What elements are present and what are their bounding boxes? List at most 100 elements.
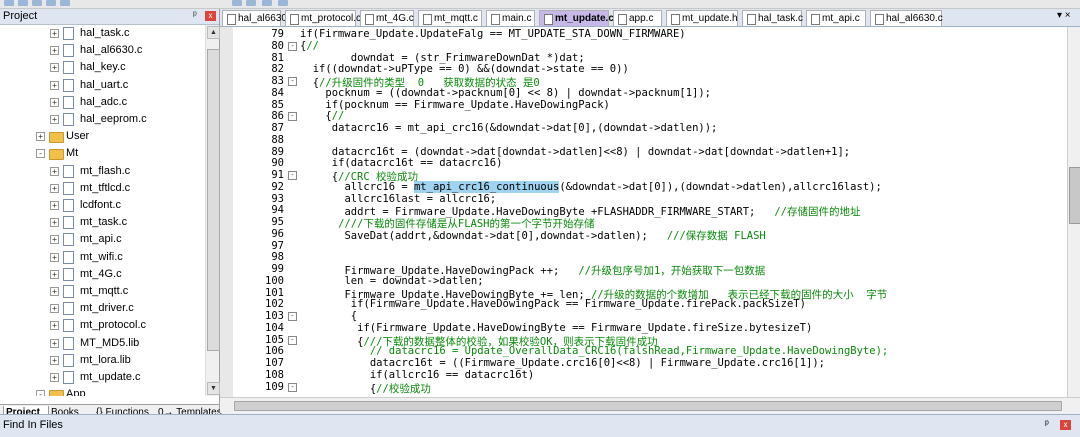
expand-icon[interactable]: + (50, 287, 59, 296)
fold-toggle-icon[interactable]: - (288, 171, 297, 180)
tree-item[interactable]: + hal_key.c (0, 59, 205, 76)
expand-icon[interactable]: + (50, 355, 59, 365)
expand-icon[interactable]: + (50, 63, 59, 73)
tree-item[interactable]: + mt_protocol.c (0, 317, 205, 334)
tree-item[interactable]: + mt_task.c (0, 214, 205, 231)
editor-tab[interactable]: hal_al6630.c (870, 10, 943, 26)
tree-item[interactable]: + mt_mqtt.c (0, 283, 205, 300)
toolbar-icon[interactable] (46, 0, 56, 6)
fold-toggle-icon[interactable]: - (288, 112, 297, 122)
tree-item[interactable]: + mt_tftlcd.c (0, 180, 205, 197)
fold-toggle-icon[interactable]: - (288, 41, 297, 51)
toolbar-icon[interactable] (32, 0, 42, 6)
pin-icon[interactable]: ᵖ (1045, 419, 1049, 430)
tree-item[interactable]: + MT_MD5.lib (0, 335, 205, 352)
expand-icon[interactable]: + (50, 29, 59, 38)
tree-item[interactable]: + mt_driver.c (0, 300, 205, 317)
code-comment: //升级包序号加1，开始获取下一包数据 (578, 265, 766, 277)
project-scrollbar[interactable]: ▲ ▼ (205, 25, 220, 396)
editor-horizontal-scrollbar[interactable] (220, 397, 1080, 413)
tree-item[interactable]: + mt_update.c (0, 369, 205, 386)
tree-item-label: mt_4G.c (80, 267, 122, 280)
editor-vertical-scrollbar[interactable] (1067, 27, 1080, 397)
tree-item-label: mt_wifi.c (80, 250, 123, 263)
close-icon[interactable]: x (205, 11, 216, 21)
expand-icon[interactable]: + (50, 115, 59, 124)
expand-icon[interactable]: + (50, 218, 59, 228)
tree-item[interactable]: + hal_task.c (0, 25, 205, 42)
editor-tab[interactable]: hal_task.c (742, 10, 803, 26)
code-text: SaveDat(addrt,&downdat->dat[0],downdat->… (344, 229, 667, 242)
collapse-icon[interactable]: - (36, 390, 45, 396)
expand-icon[interactable]: + (50, 373, 59, 382)
editor-tab[interactable]: main.c (486, 10, 535, 26)
toolbar-icon[interactable] (4, 0, 14, 6)
expand-icon[interactable]: + (50, 252, 59, 262)
expand-icon[interactable]: + (50, 304, 59, 314)
expand-icon[interactable]: + (50, 338, 59, 348)
fold-toggle-icon[interactable]: - (288, 335, 297, 345)
tree-item[interactable]: + mt_lora.lib (0, 352, 205, 369)
editor-gutter (220, 27, 233, 397)
code-line: allcrc16last = allcrc16; (344, 193, 496, 205)
toolbar-icon[interactable] (232, 0, 242, 6)
expand-icon[interactable]: + (50, 269, 59, 279)
editor-tab[interactable]: hal_al6630.h (222, 10, 295, 26)
file-icon (423, 14, 432, 25)
tree-item[interactable]: - Mt (0, 145, 205, 162)
tree-item[interactable]: - App (0, 386, 205, 396)
expand-icon[interactable]: + (50, 46, 59, 56)
expand-icon[interactable]: + (50, 97, 59, 107)
tree-item[interactable]: + hal_adc.c (0, 94, 205, 111)
code-text: len = downdat->datlen; (344, 274, 484, 287)
tab-list-menu-icon[interactable]: ▾ × (1057, 10, 1071, 21)
pin-icon[interactable]: ᵖ (193, 10, 197, 21)
editor-tab[interactable]: mt_update.h (666, 10, 738, 26)
editor-tab[interactable]: mt_mqtt.c (418, 10, 482, 26)
tree-item[interactable]: + hal_al6630.c (0, 42, 205, 59)
collapse-icon[interactable]: - (36, 149, 45, 159)
fold-toggle-icon[interactable]: - (288, 382, 297, 392)
tree-item[interactable]: + hal_uart.c (0, 77, 205, 94)
scroll-up-icon[interactable]: ▲ (207, 26, 220, 39)
tree-item[interactable]: + mt_flash.c (0, 163, 205, 180)
editor-tab[interactable]: mt_update.c (539, 10, 614, 26)
expand-icon[interactable]: + (50, 80, 59, 90)
expand-icon[interactable]: + (50, 235, 59, 245)
toolbar-icon[interactable] (18, 0, 28, 6)
expand-icon[interactable]: + (50, 183, 59, 193)
expand-icon[interactable]: + (36, 132, 45, 142)
fold-toggle-icon[interactable]: - (288, 312, 297, 321)
scroll-thumb[interactable] (234, 401, 1062, 411)
scroll-thumb[interactable] (1069, 167, 1080, 224)
editor-tab[interactable]: mt_protocol.c (285, 10, 361, 26)
toolbar-icon[interactable] (60, 0, 70, 6)
tree-item[interactable]: + mt_4G.c (0, 266, 205, 283)
tree-item-label: mt_api.c (80, 233, 122, 246)
tree-item[interactable]: + User (0, 128, 205, 145)
code-line: len = downdat->datlen; (344, 275, 483, 287)
scroll-thumb[interactable] (207, 49, 220, 351)
expand-icon[interactable]: + (50, 201, 59, 210)
toolbar-icon[interactable] (262, 0, 272, 6)
file-icon (63, 95, 74, 109)
tree-item[interactable]: + hal_eeprom.c (0, 111, 205, 128)
tree-item[interactable]: + lcdfont.c (0, 197, 205, 214)
toolbar-icon[interactable] (246, 0, 256, 6)
scroll-down-icon[interactable]: ▼ (207, 382, 220, 395)
tree-item[interactable]: + mt_wifi.c (0, 249, 205, 266)
tree-item-label: mt_update.c (80, 371, 141, 383)
tree-item-label: hal_task.c (80, 27, 130, 39)
code-line: if(allcrc16 == datacrc16t) (370, 369, 534, 381)
editor-tab[interactable]: mt_4G.c (360, 10, 414, 26)
code-line: SaveDat(addrt,&downdat->dat[0],downdat->… (344, 228, 765, 243)
expand-icon[interactable]: + (50, 166, 59, 176)
fold-toggle-icon[interactable]: - (288, 77, 297, 86)
code-editor[interactable]: 79 if(Firmware_Update.UpdateFalg == MT_UP… (220, 27, 1080, 397)
close-icon[interactable]: x (1060, 420, 1071, 430)
editor-tab[interactable]: app.c (613, 10, 662, 26)
tree-item[interactable]: + mt_api.c (0, 231, 205, 248)
expand-icon[interactable]: + (50, 321, 59, 331)
editor-tab[interactable]: mt_api.c (806, 10, 866, 26)
toolbar-icon[interactable] (278, 0, 288, 6)
